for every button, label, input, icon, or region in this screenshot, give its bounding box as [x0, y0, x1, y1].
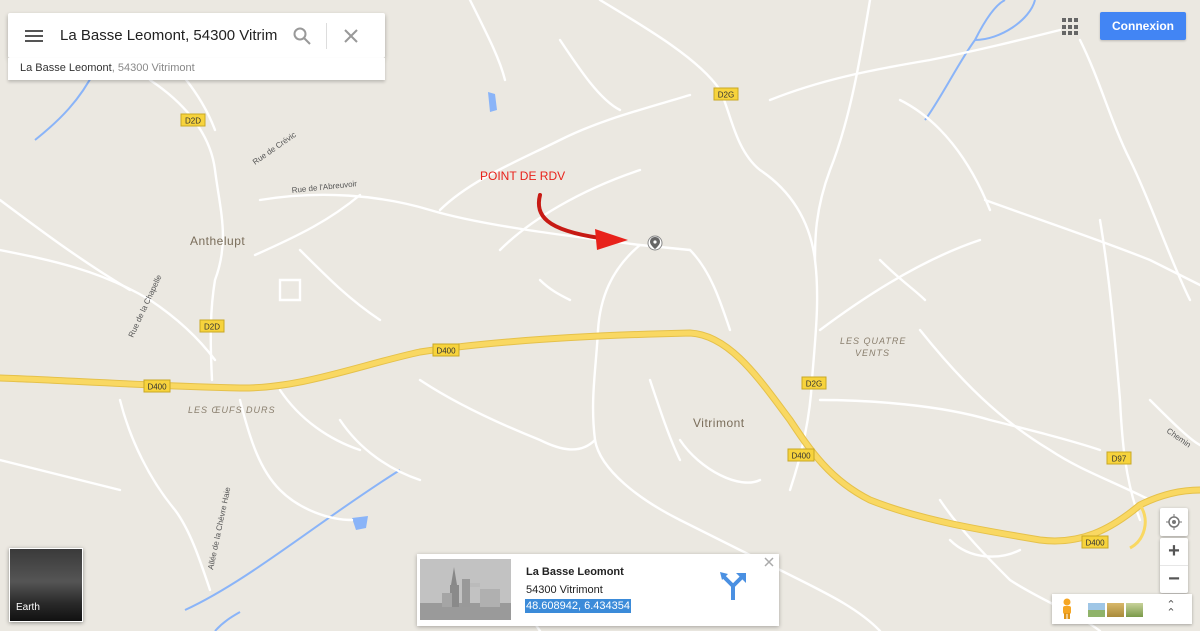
shield-d400-c: D400: [787, 448, 815, 462]
hamburger-menu-button[interactable]: [8, 13, 60, 58]
search-suggestion[interactable]: La Basse Leomont, 54300 Vitrimont: [8, 58, 385, 80]
shield-d2d-left: D2D: [199, 319, 225, 333]
search-input[interactable]: [60, 27, 278, 44]
pegman-icon[interactable]: [1060, 598, 1074, 620]
search-box: [8, 13, 385, 58]
location-target-icon: [1166, 514, 1182, 530]
svg-text:D400: D400: [147, 383, 167, 392]
svg-text:D2G: D2G: [806, 380, 822, 389]
label-les-quatre: LES QUATRE: [840, 336, 906, 346]
label-vitrimont: Vitrimont: [693, 416, 745, 430]
annotation-text: POINT DE RDV: [480, 169, 565, 183]
annotation-arrow-head: [595, 229, 628, 250]
label-rue-crevic: Rue de Crévic: [251, 130, 298, 166]
imagery-thumb-2[interactable]: [1106, 602, 1125, 618]
place-title: La Basse Leomont: [526, 566, 624, 578]
place-thumbnail[interactable]: [420, 559, 511, 620]
earth-view-toggle[interactable]: Earth: [9, 548, 83, 622]
imagery-thumb-3[interactable]: [1125, 602, 1144, 618]
search-icon: [293, 27, 311, 45]
road-d400: [0, 330, 1200, 544]
svg-text:D400: D400: [436, 347, 456, 356]
zoom-controls: + −: [1160, 538, 1188, 593]
shield-d2g-top: D2G: [713, 87, 739, 101]
label-rue-abreuvoir: Rue de l'Abreuvoir: [291, 179, 357, 195]
my-location-button[interactable]: [1160, 508, 1188, 536]
menu-icon: [25, 29, 43, 42]
svg-text:D2D: D2D: [204, 323, 220, 332]
svg-text:D400: D400: [791, 452, 811, 461]
street-view-image: [420, 559, 511, 620]
shield-d400-b: D400: [143, 379, 171, 393]
shield-d400-a: D400: [432, 343, 460, 357]
search-button[interactable]: [278, 13, 326, 58]
suggestion-sub: , 54300 Vitrimont: [111, 62, 195, 74]
expand-chevron-icon[interactable]: ⌃ ⌃: [1164, 600, 1178, 619]
water-pond: [488, 92, 497, 112]
road-d400-casing: [0, 329, 1200, 545]
close-card-button[interactable]: [763, 557, 775, 569]
shield-d2d-top: D2D: [180, 113, 206, 127]
svg-text:D2D: D2D: [185, 117, 201, 126]
close-icon: [344, 28, 358, 43]
svg-text:D2G: D2G: [718, 91, 734, 100]
suggestion-main: La Basse Leomont: [20, 62, 112, 74]
water-pond-2: [352, 516, 368, 530]
label-allee-chevre: Allée de la Chèvre Haie: [206, 486, 232, 571]
map-canvas[interactable]: D2D D2D D2G D2G D400 D400 D400 D400 D97 …: [0, 0, 1200, 631]
label-vents: VENTS: [855, 348, 890, 358]
apps-grid-icon[interactable]: [1062, 18, 1080, 36]
svg-text:D400: D400: [1085, 539, 1105, 548]
place-address: 54300 Vitrimont: [526, 584, 603, 596]
label-anthelupt: Anthelupt: [190, 234, 245, 248]
zoom-in-button[interactable]: +: [1160, 538, 1188, 565]
map-marker[interactable]: [647, 235, 663, 251]
bottom-controls: ⌃ ⌃: [1052, 594, 1192, 624]
shield-d2g-right: D2G: [801, 376, 827, 390]
water-streams: [34, 0, 1036, 631]
imagery-thumb-1[interactable]: [1087, 602, 1106, 618]
svg-text:D97: D97: [1112, 455, 1127, 464]
shield-d97: D97: [1106, 451, 1132, 465]
place-coordinates[interactable]: 48.608942, 6.434354: [525, 599, 631, 613]
zoom-out-button[interactable]: −: [1160, 566, 1188, 593]
shield-d400-d: D400: [1081, 535, 1109, 549]
directions-button[interactable]: [717, 570, 749, 602]
directions-icon: [720, 572, 746, 600]
label-les-oeufs-durs: LES ŒUFS DURS: [188, 405, 276, 415]
clear-search-button[interactable]: [327, 13, 375, 58]
close-icon: [764, 557, 774, 567]
place-card: La Basse Leomont 54300 Vitrimont 48.6089…: [417, 554, 779, 626]
connexion-button[interactable]: Connexion: [1100, 12, 1186, 40]
earth-label: Earth: [16, 602, 40, 613]
